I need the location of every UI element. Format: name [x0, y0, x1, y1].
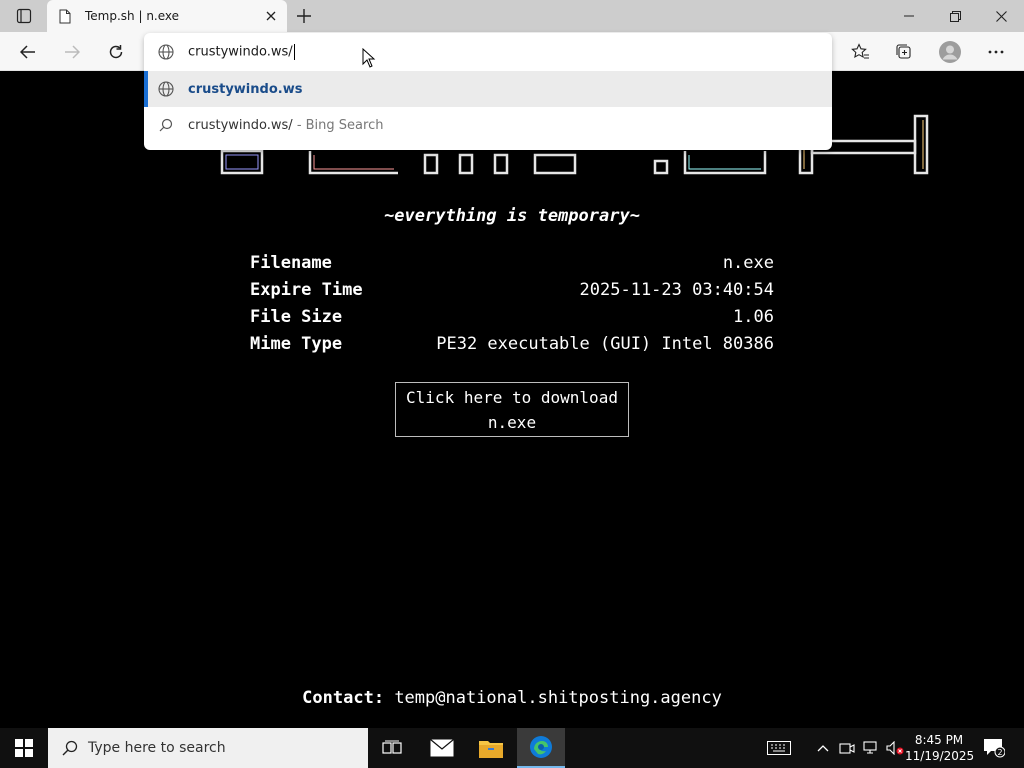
profile-avatar-icon[interactable]: [934, 36, 966, 68]
tab-title: Temp.sh | n.exe: [85, 9, 180, 23]
info-row-mime-type: Mime Type PE32 executable (GUI) Intel 80…: [250, 330, 774, 357]
page-content: ~everything is temporary~ Filename n.exe…: [0, 71, 1024, 728]
network-icon[interactable]: [860, 728, 882, 768]
address-bar[interactable]: crustywindo.ws/: [144, 33, 832, 71]
suggestion-url[interactable]: crustywindo.ws: [144, 71, 832, 107]
mail-icon[interactable]: [418, 728, 466, 768]
address-bar-dropdown: crustywindo.ws/ crustywindo.ws crustywin…: [144, 33, 832, 150]
contact-email-link[interactable]: temp@national.shitposting.agency: [394, 688, 722, 708]
close-tab-icon[interactable]: [255, 0, 287, 32]
info-label: Expire Time: [250, 279, 363, 300]
contact-line: Contact: temp@national.shitposting.agenc…: [0, 688, 1024, 708]
mouse-cursor-icon: [362, 48, 376, 68]
clock-time: 8:45 PM: [914, 733, 964, 747]
suggestion-query: crustywindo.ws/: [188, 117, 293, 133]
new-tab-icon[interactable]: [292, 4, 316, 28]
info-row-filename: Filename n.exe: [250, 249, 774, 276]
back-icon[interactable]: [12, 36, 44, 68]
taskbar-search-box[interactable]: Type here to search: [48, 728, 368, 768]
volume-muted-icon[interactable]: [884, 728, 906, 768]
search-icon: [156, 115, 176, 135]
edge-browser-icon[interactable]: [517, 728, 565, 768]
tagline: ~everything is temporary~: [384, 206, 640, 226]
clock-date: 11/19/2025: [905, 749, 975, 763]
more-menu-icon[interactable]: [980, 36, 1012, 68]
browser-tab-bar: Temp.sh | n.exe: [0, 0, 1024, 32]
download-button-line2: n.exe: [487, 413, 537, 432]
globe-icon: [156, 42, 176, 62]
suggestion-text: crustywindo.ws: [188, 81, 303, 97]
forward-icon[interactable]: [56, 36, 88, 68]
windows-start-icon[interactable]: [0, 728, 48, 768]
info-label: File Size: [250, 306, 343, 327]
text-caret: [293, 44, 295, 60]
show-hidden-icons-chevron-icon[interactable]: [812, 728, 834, 768]
info-value: n.exe: [722, 252, 774, 273]
suggestion-hint: - Bing Search: [292, 117, 384, 133]
address-text: crustywindo.ws/: [188, 44, 293, 60]
file-info-table: Filename n.exe Expire Time 2025-11-23 03…: [250, 249, 774, 357]
address-input[interactable]: crustywindo.ws/: [188, 44, 295, 60]
search-icon: [60, 738, 80, 758]
page-icon: [59, 8, 73, 24]
suggestion-search[interactable]: crustywindo.ws/ - Bing Search: [144, 107, 832, 143]
keyboard-icon[interactable]: [762, 728, 796, 768]
download-button-line1: Click here to download: [406, 388, 618, 407]
refresh-icon[interactable]: [100, 36, 132, 68]
info-label: Mime Type: [250, 333, 343, 354]
download-button[interactable]: Click here to download n.exe: [395, 382, 629, 437]
search-placeholder: Type here to search: [88, 740, 226, 756]
collections-icon[interactable]: [888, 36, 920, 68]
favorites-icon[interactable]: [844, 36, 876, 68]
tab-active[interactable]: Temp.sh | n.exe: [47, 0, 287, 32]
info-value: PE32 executable (GUI) Intel 80386: [436, 333, 774, 354]
file-explorer-icon[interactable]: [467, 728, 515, 768]
info-row-expire-time: Expire Time 2025-11-23 03:40:54: [250, 276, 774, 303]
contact-label: Contact:: [302, 688, 385, 708]
close-window-icon[interactable]: [978, 0, 1024, 32]
notification-center-icon[interactable]: 2: [978, 728, 1010, 768]
taskbar: Type here to search 8:45 PM 11/19/2025 2: [0, 728, 1024, 768]
system-clock[interactable]: 8:45 PM 11/19/2025: [905, 728, 975, 768]
globe-icon: [156, 79, 176, 99]
screen: Temp.sh | n.exe ~everything is temporary…: [0, 0, 1024, 768]
tab-actions-icon[interactable]: [8, 4, 40, 28]
info-label: Filename: [250, 252, 332, 273]
restore-icon[interactable]: [932, 0, 978, 32]
info-value: 1.06: [733, 306, 774, 327]
task-view-icon[interactable]: [368, 728, 416, 768]
info-value: 2025-11-23 03:40:54: [579, 279, 774, 300]
notification-count: 2: [997, 748, 1002, 757]
minimize-icon[interactable]: [886, 0, 932, 32]
info-row-file-size: File Size 1.06: [250, 303, 774, 330]
meet-now-icon[interactable]: [836, 728, 858, 768]
suggestion-text: crustywindo.ws/ - Bing Search: [188, 118, 383, 133]
